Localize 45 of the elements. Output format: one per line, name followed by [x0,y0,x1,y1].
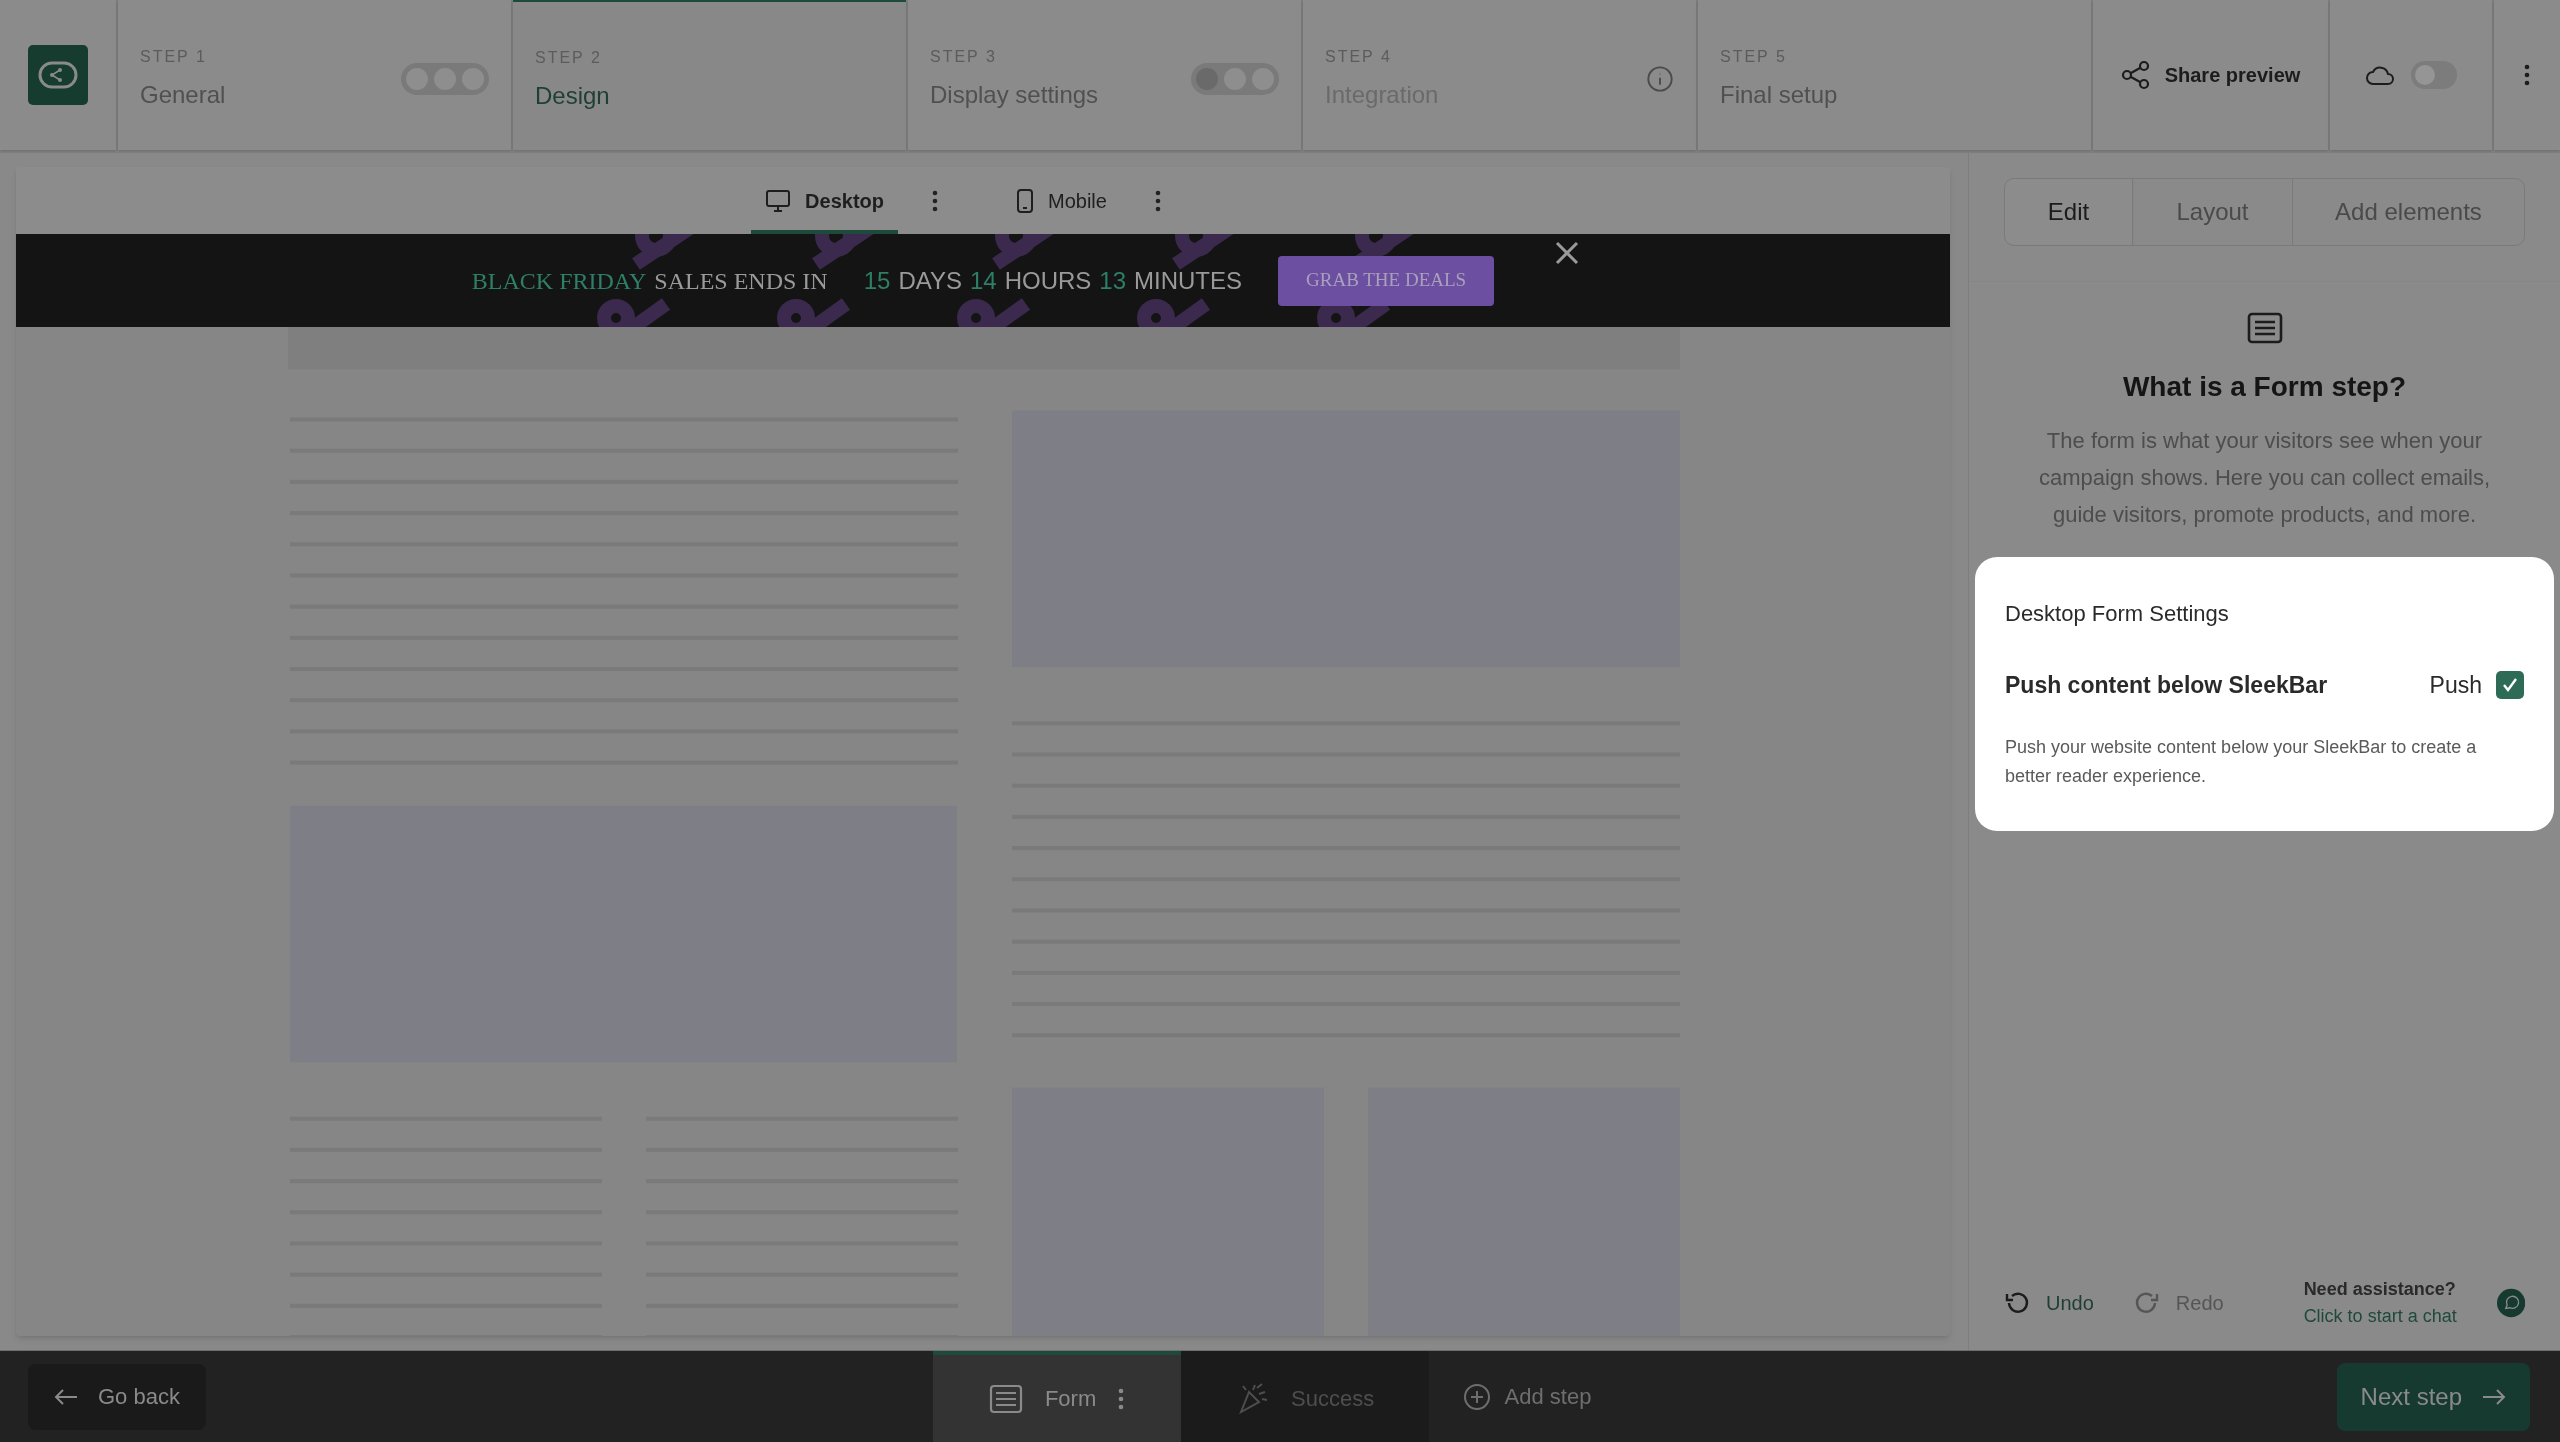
popover-title: Desktop Form Settings [2005,600,2230,628]
more-icon[interactable] [932,189,938,212]
device-tab[interactable]: Mobile [1002,167,1121,234]
go-back-button[interactable]: Go back [28,1363,206,1430]
panel-tab[interactable]: Layout [2132,179,2292,245]
panel-tab[interactable]: Add elements [2292,179,2524,245]
panel-tab[interactable]: Edit [2005,179,2132,245]
checkbox-label: Push [2429,671,2482,700]
option-description: Push your website content below your SleekBar to create a better reader experience. [2005,735,2478,788]
more-icon[interactable] [1118,1387,1125,1410]
step-title: General [140,80,226,110]
info-text: The form is what your visitors see when your campaign shows. Here you can collect emails, guide visitors, promote products, and more. [2037,427,2492,529]
info-title: What is a Form step? [2122,370,2407,404]
form-step-tab[interactable]: Form [932,1351,1181,1442]
step-title: Design [535,81,610,111]
logo-icon[interactable] [28,45,88,105]
step-title: Final setup [1720,80,1838,110]
close-icon[interactable] [1554,240,1580,266]
form-icon [988,1383,1023,1414]
more-icon[interactable] [1154,189,1161,212]
push-checkbox[interactable] [2496,671,2524,700]
monitor-icon [765,188,792,213]
undo-button[interactable]: Undo [2004,1288,2094,1318]
arrow-right-icon [2482,1387,2506,1406]
cloud-icon [2365,64,2395,86]
redo-icon [2133,1290,2160,1316]
grab-deals-button[interactable]: GRAB THE DEALS [1278,255,1495,306]
step-title: Display settings [930,80,1099,110]
arrow-left-icon [54,1387,78,1406]
share-icon [2120,60,2151,90]
phone-icon [1016,187,1034,214]
add-step-button[interactable]: Add step [1428,1351,1626,1442]
banner-headline: BLACK FRIDAY SALES ENDS IN [471,266,828,296]
status-toggle[interactable] [1191,63,1279,95]
countdown-timer: 15 DAYS 14 HOURS 13 MINUTES [863,265,1243,296]
share-preview-button[interactable]: Share preview [2093,0,2328,150]
form-icon [2246,312,2283,344]
start-chat-link[interactable]: Click to start a chat [2303,1303,2457,1330]
plus-icon [1462,1382,1491,1411]
next-step-button[interactable]: Next step [2336,1362,2530,1431]
option-label: Push content below SleekBar [2005,671,2328,700]
autosave-toggle[interactable] [2411,61,2457,89]
more-icon[interactable] [2524,64,2530,86]
assistance-title: Need assistance? [2303,1278,2457,1301]
undo-icon [2004,1290,2030,1316]
